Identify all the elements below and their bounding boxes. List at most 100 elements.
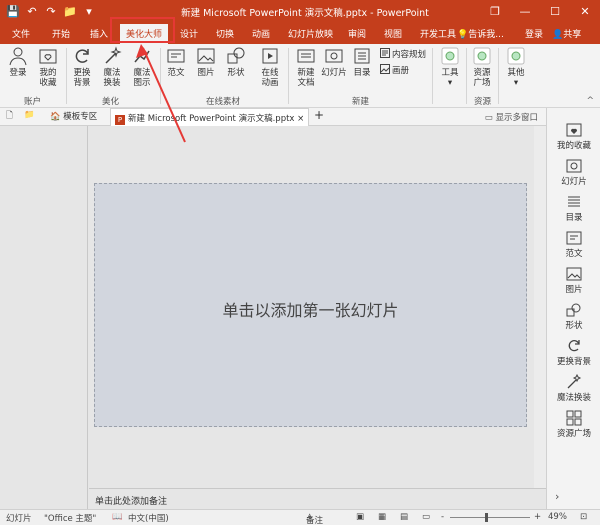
sidebar-item-template[interactable]: 范文	[547, 230, 600, 259]
album-icon	[380, 64, 390, 74]
login-link[interactable]: 登录	[525, 27, 543, 40]
shape-icon	[566, 303, 581, 317]
slide-icon	[325, 49, 343, 63]
undo-icon[interactable]: ↶	[25, 5, 39, 19]
tab-transitions[interactable]: 切换	[216, 27, 234, 40]
zoom-slider-track[interactable]	[450, 517, 530, 518]
refresh-icon	[568, 340, 580, 352]
close-button[interactable]: ✕	[570, 0, 600, 24]
tab-insert[interactable]: 插入	[90, 27, 108, 40]
tab-developer[interactable]: 开发工具	[420, 27, 456, 40]
other-button[interactable]: 其他 ▾	[500, 46, 532, 88]
slide-placeholder[interactable]: 单击以添加第一张幻灯片	[94, 183, 527, 427]
sidebar-item-slides[interactable]: 幻灯片	[547, 158, 600, 187]
template-zone-icon: 🏠	[50, 112, 61, 122]
group-label-account: 账户	[24, 97, 42, 107]
template-icon	[167, 49, 185, 63]
album-button[interactable]: 画册	[380, 64, 409, 76]
user-icon	[9, 47, 27, 66]
open-icon[interactable]: 📁	[63, 5, 77, 19]
zoom-in-button[interactable]: +	[534, 512, 541, 522]
fit-slide-icon[interactable]: ⊡	[580, 512, 587, 522]
template-icon	[566, 231, 582, 245]
content-plan-button[interactable]: 内容规划	[380, 48, 426, 60]
maximize-button[interactable]: ☐	[540, 0, 570, 24]
status-language: 中文(中国)	[128, 514, 169, 524]
qat-more-icon[interactable]: ▾	[82, 5, 96, 19]
minimize-button[interactable]: —	[510, 0, 540, 24]
shape-button[interactable]: 形状	[220, 46, 252, 78]
tab-highlight-box	[110, 17, 175, 43]
tell-me-search[interactable]: 💡告诉我...	[457, 27, 504, 40]
blank-page-icon[interactable]: 🗋	[6, 110, 13, 124]
zoom-out-button[interactable]: -	[441, 512, 444, 522]
slide-icon	[566, 159, 582, 173]
diagram-icon	[134, 50, 150, 63]
resource-square-button[interactable]: 资源 广场	[466, 46, 498, 88]
reading-view-icon[interactable]: ▤	[400, 512, 408, 522]
tab-animations[interactable]: 动画	[252, 27, 270, 40]
lightbulb-icon: 💡	[457, 30, 469, 40]
expand-sidebar-icon[interactable]: ›	[555, 490, 559, 503]
slide-sorter-icon[interactable]: ▦	[378, 512, 386, 522]
collapse-ribbon-icon[interactable]: ^	[586, 96, 594, 106]
group-separator	[288, 48, 289, 104]
zoom-level[interactable]: 49%	[548, 512, 567, 522]
shape-icon	[227, 47, 245, 64]
spellcheck-icon[interactable]: 📖	[112, 512, 123, 522]
login-button[interactable]: 登录	[2, 46, 34, 78]
template-zone-tab[interactable]: 🏠 模板专区	[50, 110, 97, 122]
tab-slideshow[interactable]: 幻灯片放映	[288, 27, 333, 40]
tab-file[interactable]: 文件	[12, 27, 30, 40]
vertical-scrollbar[interactable]	[534, 126, 546, 488]
list-icon	[354, 48, 370, 64]
sidebar-item-replace-background[interactable]: 更换背景	[547, 338, 600, 367]
content-plan-icon	[380, 48, 390, 58]
sidebar-item-toc[interactable]: 目录	[547, 194, 600, 223]
active-document-tab[interactable]: P 新建 Microsoft PowerPoint 演示文稿.pptx ×	[110, 108, 310, 126]
powerpoint-icon: P	[115, 115, 125, 125]
my-favorites-button[interactable]: 我的 收藏	[32, 46, 64, 88]
status-theme: "Office 主题"	[44, 514, 97, 524]
magic-replace-button[interactable]: 魔法 换装	[96, 46, 128, 88]
sidebar-item-favorites[interactable]: 我的收藏	[547, 122, 600, 151]
dropdown-arrow-icon: ▾	[447, 78, 453, 88]
sidebar-item-image[interactable]: 图片	[547, 266, 600, 295]
toc-button[interactable]: 目录	[346, 46, 378, 78]
new-document-icon	[297, 49, 315, 63]
close-tab-icon[interactable]: ×	[297, 114, 304, 124]
save-icon[interactable]: 💾	[6, 5, 20, 19]
share-button[interactable]: 👤共享	[552, 27, 581, 40]
zoom-slider-thumb[interactable]	[485, 513, 488, 522]
tab-design[interactable]: 设计	[180, 27, 198, 40]
restore-ribbon-icon[interactable]: ❐	[480, 0, 510, 24]
image-button[interactable]: 图片	[190, 46, 222, 78]
group-separator	[498, 48, 499, 104]
tab-home[interactable]: 开始	[52, 27, 70, 40]
title-bar: 💾 ↶ ↷ 📁 ▾ 新建 Microsoft PowerPoint 演示文稿.p…	[0, 0, 600, 24]
slideshow-icon[interactable]: ▭	[422, 512, 430, 522]
tab-view[interactable]: 视图	[384, 27, 402, 40]
show-multi-window-button[interactable]: ▭ 显示多窗口	[485, 111, 538, 123]
add-tab-button[interactable]: +	[314, 108, 324, 122]
normal-view-icon[interactable]: ▣	[356, 512, 364, 522]
replace-background-button[interactable]: 更换 背景	[66, 46, 98, 88]
window-controls: ❐ — ☐ ✕	[480, 0, 600, 24]
slide-thumbnail-pane[interactable]	[0, 126, 88, 509]
refresh-icon	[75, 49, 89, 63]
folder-icon[interactable]: 📁	[24, 110, 35, 120]
document-tab-strip: 🗋 📁 🏠 模板专区 P 新建 Microsoft PowerPoint 演示文稿…	[0, 108, 546, 126]
template-button[interactable]: 范文	[160, 46, 192, 78]
sidebar-item-magic-replace[interactable]: 魔法换装	[547, 374, 600, 403]
online-animation-button[interactable]: 在线 动画	[254, 46, 286, 88]
image-icon	[197, 48, 215, 64]
magic-chart-button[interactable]: 魔法 图示	[126, 46, 158, 88]
notes-pane[interactable]: 单击此处添加备注	[89, 488, 546, 509]
sidebar-item-resource-square[interactable]: 资源广场	[547, 410, 600, 439]
favorites-icon	[39, 49, 57, 64]
sidebar-item-shape[interactable]: 形状	[547, 302, 600, 331]
tab-review[interactable]: 审阅	[348, 27, 366, 40]
status-slide: 幻灯片	[6, 514, 32, 524]
tools-button[interactable]: 工具 ▾	[434, 46, 466, 88]
redo-icon[interactable]: ↷	[44, 5, 58, 19]
